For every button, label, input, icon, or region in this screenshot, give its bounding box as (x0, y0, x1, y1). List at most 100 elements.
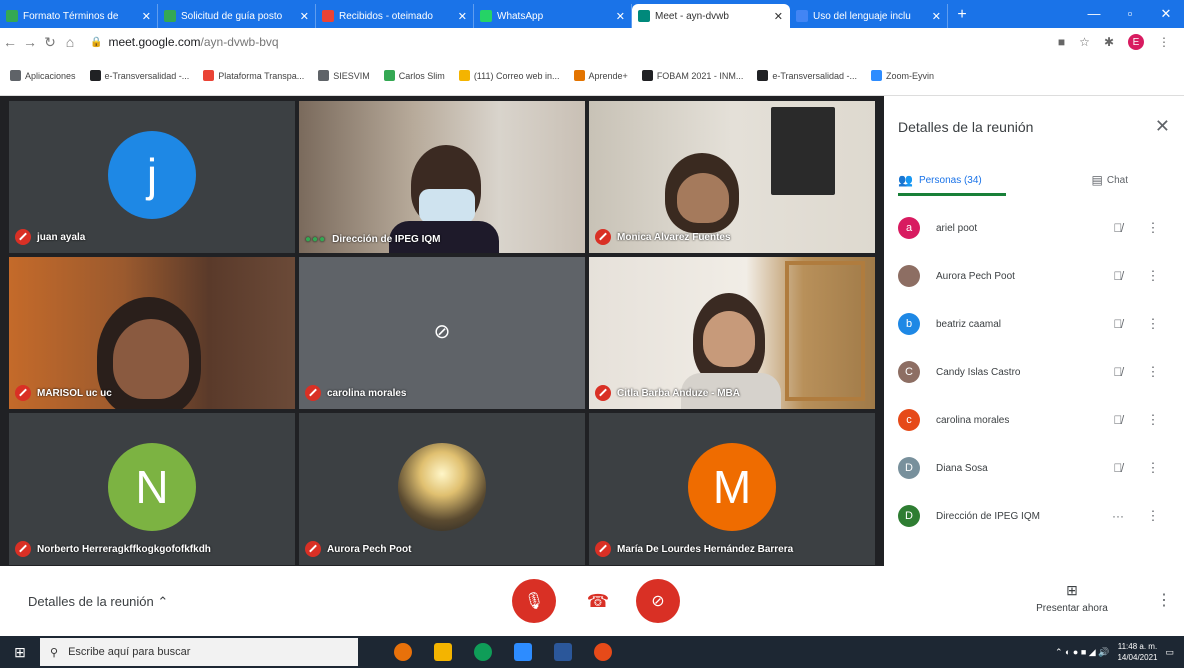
bookmark-item[interactable]: SIESVIM (318, 70, 370, 81)
mic-off-icon (305, 541, 321, 557)
tab-people[interactable]: 👥 Personas (34) (898, 164, 1013, 196)
tab-title: WhatsApp (497, 10, 544, 22)
tab-chat[interactable]: ▤ Chat (1013, 164, 1148, 196)
tab-favicon (796, 10, 808, 22)
back-icon[interactable]: ← (0, 34, 20, 50)
bookmark-icon (641, 70, 653, 81)
bookmark-item[interactable]: Plataforma Transpa... (203, 70, 304, 81)
participant-tile[interactable]: Aurora Pech Poot (299, 413, 585, 565)
more-options-icon[interactable]: ⋮ (1138, 460, 1168, 476)
bookmark-item[interactable]: Zoom-Eyvin (871, 70, 934, 81)
close-tab-icon[interactable]: ✕ (774, 10, 783, 23)
window-controls: — ▫ ✕ (1076, 6, 1184, 28)
participant-tile[interactable]: ●●● Dirección de IPEG IQM (299, 101, 585, 253)
menu-icon[interactable]: ⋮ (1158, 35, 1170, 49)
edge-icon[interactable] (474, 643, 492, 661)
close-tab-icon[interactable]: ✕ (616, 10, 625, 23)
more-options-icon[interactable]: ⋮ (1138, 268, 1168, 284)
tray-icons[interactable]: ⌃ ◐ ● ■ ◢ 🔊 (1055, 647, 1109, 658)
close-window-button[interactable]: ✕ (1148, 6, 1184, 28)
app-icon[interactable] (594, 643, 612, 661)
participant-tile[interactable]: j juan ayala (9, 101, 295, 253)
chevron-up-icon: ⌃ (157, 594, 169, 609)
home-icon[interactable]: ⌂ (60, 34, 80, 50)
url-field[interactable]: 🔒 meet.google.com /ayn-dvwb-bvq (90, 35, 1058, 49)
bookmark-item[interactable]: (111) Correo web in... (458, 70, 560, 81)
participant-row[interactable]: a ariel poot 🎙̸ ⋮ (898, 204, 1168, 252)
meeting-details-toggle[interactable]: Detalles de la reunión ⌃ (28, 594, 168, 610)
bookmark-item[interactable]: e-Transversalidad -... (757, 70, 857, 81)
bookmark-item[interactable]: Carlos Slim (383, 70, 445, 81)
more-options-icon[interactable]: ⋮ (1138, 412, 1168, 428)
bookmark-item[interactable]: Aprende+ (573, 70, 628, 81)
bookmark-icon (458, 70, 470, 81)
speaking-indicator: ●●● (305, 234, 327, 245)
participant-tile[interactable]: N Norberto Herreragkffkogkgofofkfkdh (9, 413, 295, 565)
more-options-icon[interactable]: ⋮ (1156, 590, 1172, 610)
taskbar-search[interactable]: ⚲ Escribe aquí para buscar (40, 638, 358, 666)
chrome-icon[interactable] (394, 643, 412, 661)
browser-tab[interactable]: WhatsApp ✕ (474, 4, 632, 28)
url-host: meet.google.com (108, 35, 201, 49)
participant-name: beatriz caamal (936, 318, 1002, 330)
participant-tile[interactable]: Monica Alvarez Fuentes (589, 101, 875, 253)
tab-title: Meet - ayn-dvwb (655, 10, 729, 22)
bookmark-label: e-Transversalidad -... (104, 70, 190, 81)
more-options-icon[interactable]: ⋮ (1138, 316, 1168, 332)
browser-tab[interactable]: Uso del lenguaje inclu ✕ (790, 4, 948, 28)
zoom-icon[interactable] (514, 643, 532, 661)
close-icon[interactable]: ✕ (1155, 116, 1170, 137)
participant-tile[interactable]: MARISOL uc uc (9, 257, 295, 409)
notifications-icon[interactable]: ▭ (1165, 647, 1174, 658)
participant-tile[interactable]: M María De Lourdes Hernández Barrera (589, 413, 875, 565)
more-options-icon[interactable]: ⋮ (1138, 220, 1168, 236)
participant-row[interactable]: D Dirección de IPEG IQM ··· ⋮ (898, 492, 1168, 540)
participant-tile[interactable]: ⊘ carolina morales (299, 257, 585, 409)
browser-tab[interactable]: Formato Términos de ✕ (0, 4, 158, 28)
profile-avatar[interactable]: E (1128, 34, 1144, 50)
present-now-button[interactable]: ⊞ Presentar ahora (1032, 582, 1112, 614)
more-options-icon[interactable]: ⋮ (1138, 364, 1168, 380)
participant-row[interactable]: c carolina morales 🎙̸ ⋮ (898, 396, 1168, 444)
mic-toggle-button[interactable]: 🎙 (512, 579, 556, 623)
avatar-image (398, 443, 486, 531)
forward-icon[interactable]: → (20, 34, 40, 50)
address-bar: ← → ↻ ⌂ 🔒 meet.google.com /ayn-dvwb-bvq … (0, 28, 1184, 56)
participant-tile[interactable]: Citla Barba Anduze - MBA (589, 257, 875, 409)
participant-name: Aurora Pech Poot (936, 270, 1015, 282)
bookmark-item[interactable]: Aplicaciones (10, 70, 76, 81)
browser-tab[interactable]: Solicitud de guía posto ✕ (158, 4, 316, 28)
bookmarks-bar: Aplicaciones e-Transversalidad -... Plataf… (0, 56, 1184, 96)
camera-toggle-button[interactable]: ⊘ (636, 579, 680, 623)
close-tab-icon[interactable]: ✕ (142, 10, 151, 23)
minimize-button[interactable]: — (1076, 6, 1112, 28)
reload-icon[interactable]: ↻ (40, 34, 60, 51)
close-tab-icon[interactable]: ✕ (932, 10, 941, 23)
file-explorer-icon[interactable] (434, 643, 452, 661)
mic-off-icon (305, 385, 321, 401)
bookmark-label: Aplicaciones (25, 70, 76, 81)
windows-start-icon[interactable]: ⊞ (0, 644, 40, 661)
maximize-button[interactable]: ▫ (1112, 6, 1148, 28)
camera-permission-icon[interactable]: ■ (1058, 35, 1065, 49)
star-icon[interactable]: ☆ (1079, 35, 1090, 49)
participant-nameplate: Citla Barba Anduze - MBA (595, 385, 740, 401)
extensions-icon[interactable]: ✱ (1104, 35, 1114, 49)
clock[interactable]: 11:48 a. m. 14/04/2021 (1117, 641, 1157, 663)
browser-tab[interactable]: Meet - ayn-dvwb ✕ (632, 4, 790, 28)
word-icon[interactable] (554, 643, 572, 661)
browser-tab[interactable]: Recibidos - oteimado ✕ (316, 4, 474, 28)
new-tab-button[interactable]: + (948, 6, 976, 24)
participant-row[interactable]: Aurora Pech Poot 🎙̸ ⋮ (898, 252, 1168, 300)
bookmark-item[interactable]: FOBAM 2021 - INM... (641, 70, 743, 81)
more-options-icon[interactable]: ⋮ (1138, 508, 1168, 524)
bookmark-item[interactable]: e-Transversalidad -... (89, 70, 190, 81)
browser-tab-strip: Formato Términos de ✕ Solicitud de guía po… (0, 0, 1184, 28)
url-path: /ayn-dvwb-bvq (200, 35, 279, 49)
leave-call-button[interactable]: ☎ (576, 579, 620, 623)
close-tab-icon[interactable]: ✕ (300, 10, 309, 23)
close-tab-icon[interactable]: ✕ (458, 10, 467, 23)
participant-row[interactable]: D Diana Sosa 🎙̸ ⋮ (898, 444, 1168, 492)
participant-row[interactable]: C Candy Islas Castro 🎙̸ ⋮ (898, 348, 1168, 396)
participant-row[interactable]: b beatriz caamal 🎙̸ ⋮ (898, 300, 1168, 348)
